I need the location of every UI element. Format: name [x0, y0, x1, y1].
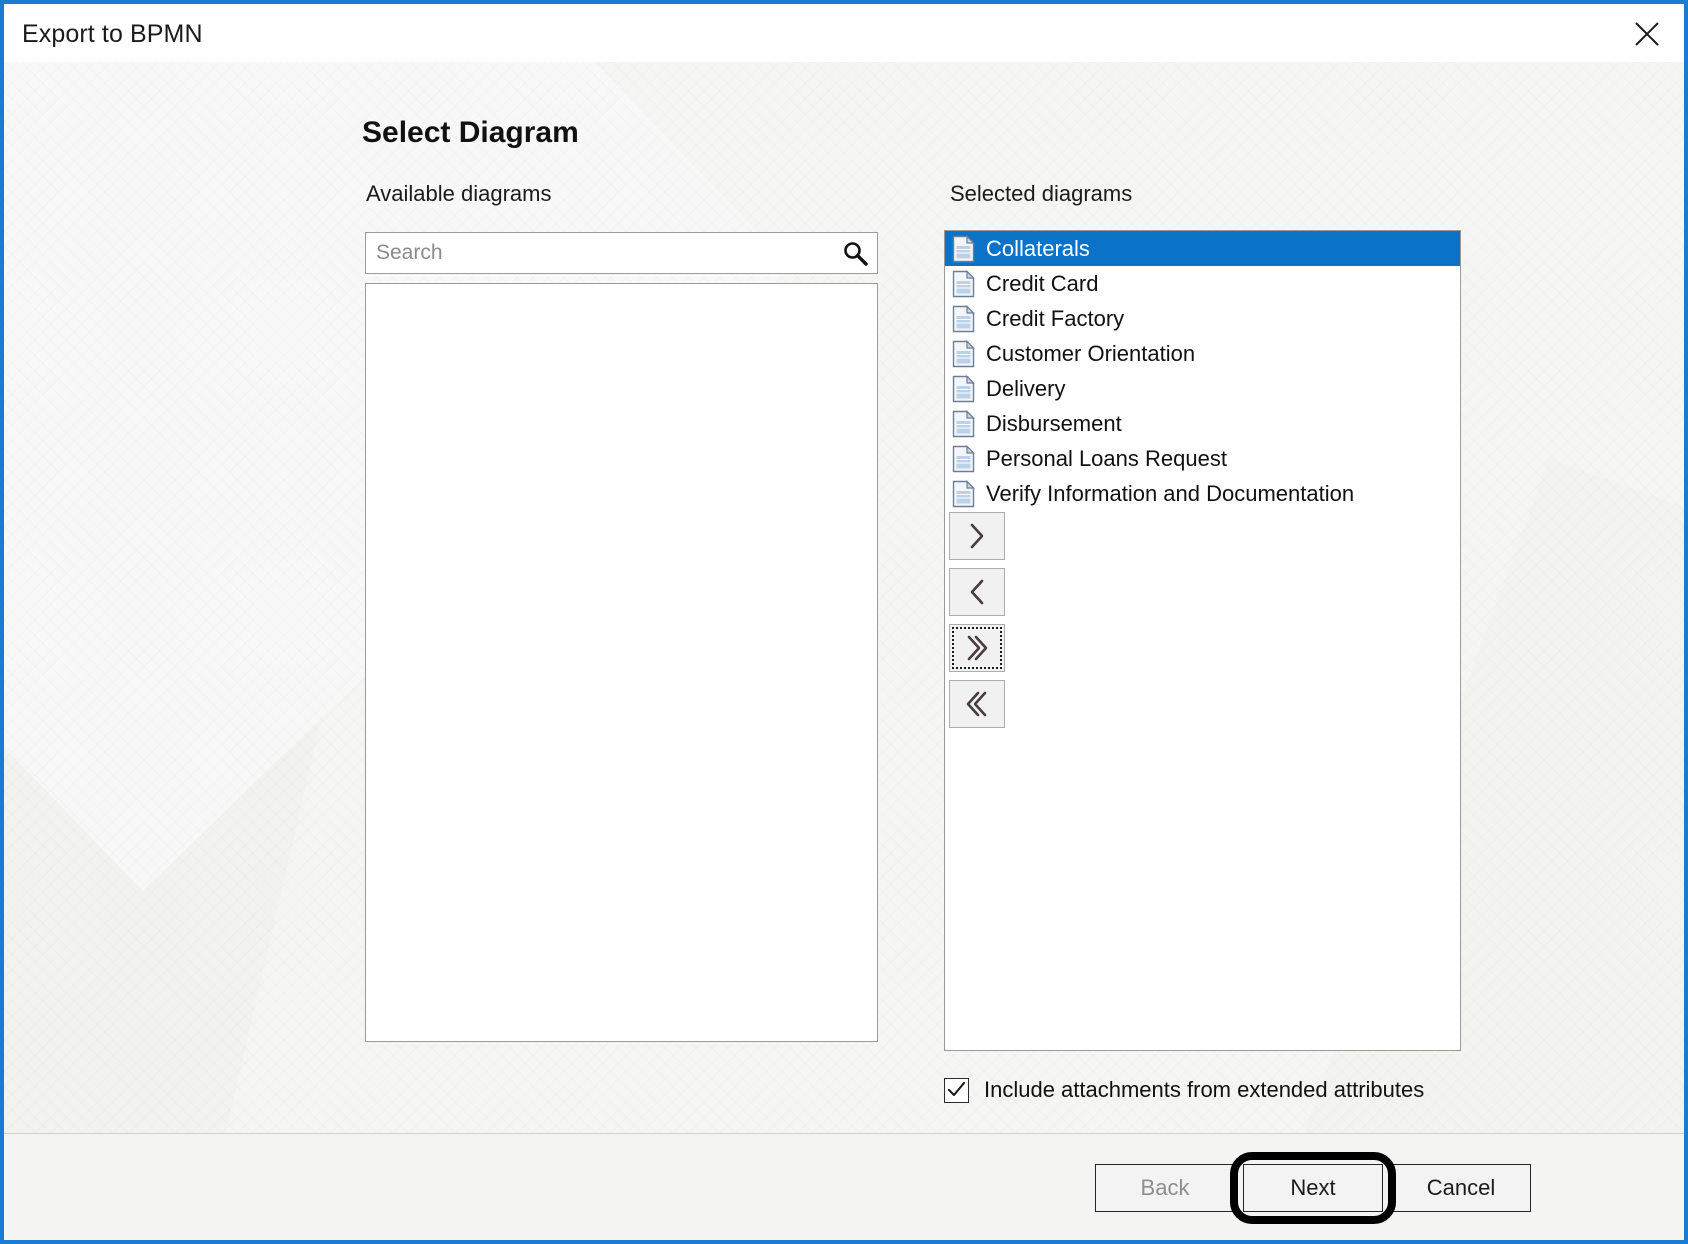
search-input[interactable] [366, 233, 833, 273]
selected-list: Collaterals Credit Card Credit Factory Cust… [945, 231, 1460, 511]
list-item-label: Disbursement [986, 410, 1122, 436]
back-button[interactable]: Back [1095, 1164, 1235, 1212]
list-item[interactable]: Delivery [945, 371, 1460, 406]
list-item-label: Collaterals [986, 235, 1090, 261]
document-icon [951, 234, 977, 263]
dialog-body: Select Diagram Available diagrams Select… [4, 62, 1684, 1134]
document-icon [951, 304, 977, 333]
move-right-button[interactable] [949, 512, 1005, 560]
export-to-bpmn-dialog: Export to BPMN Select Diagram Available … [0, 0, 1688, 1244]
available-diagrams-list[interactable] [365, 283, 878, 1042]
search-icon[interactable] [833, 233, 877, 273]
window-title: Export to BPMN [22, 20, 203, 48]
move-left-button[interactable] [949, 568, 1005, 616]
title-bar: Export to BPMN [4, 4, 1684, 62]
document-icon [951, 409, 977, 438]
list-item-label: Verify Information and Documentation [986, 480, 1355, 506]
list-item-label: Credit Factory [986, 305, 1125, 331]
list-item[interactable]: Disbursement [945, 406, 1460, 441]
document-icon [951, 479, 977, 508]
dialog-footer: Back Next Cancel [4, 1133, 1684, 1240]
close-icon[interactable] [1624, 12, 1670, 56]
next-button[interactable]: Next [1243, 1164, 1383, 1212]
search-box[interactable] [365, 232, 878, 274]
list-item-label: Customer Orientation [986, 340, 1196, 366]
check-icon [947, 1082, 966, 1097]
document-icon [951, 444, 977, 473]
document-icon [951, 269, 977, 298]
list-item-label: Personal Loans Request [986, 445, 1227, 471]
list-item-label: Delivery [986, 375, 1066, 401]
list-item[interactable]: Credit Factory [945, 301, 1460, 336]
move-all-right-button[interactable] [949, 624, 1005, 672]
include-attachments-label: Include attachments from extended attrib… [984, 1077, 1425, 1102]
list-item-label: Credit Card [986, 270, 1099, 296]
list-item[interactable]: Credit Card [945, 266, 1460, 301]
available-diagrams-label: Available diagrams [366, 181, 552, 206]
page-title: Select Diagram [362, 116, 579, 149]
list-item[interactable]: Customer Orientation [945, 336, 1460, 371]
list-item[interactable]: Collaterals [945, 231, 1460, 266]
include-attachments-checkbox[interactable]: Include attachments from extended attrib… [944, 1077, 1424, 1103]
document-icon [951, 339, 977, 368]
move-all-left-button[interactable] [949, 680, 1005, 728]
document-icon [951, 374, 977, 403]
selected-diagrams-label: Selected diagrams [950, 181, 1133, 206]
checkbox-box[interactable] [944, 1077, 969, 1103]
cancel-button[interactable]: Cancel [1391, 1164, 1531, 1212]
selected-diagrams-list[interactable]: Collaterals Credit Card Credit Factory Cust… [944, 230, 1461, 1051]
list-item[interactable]: Verify Information and Documentation [945, 476, 1460, 511]
list-item[interactable]: Personal Loans Request [945, 441, 1460, 476]
